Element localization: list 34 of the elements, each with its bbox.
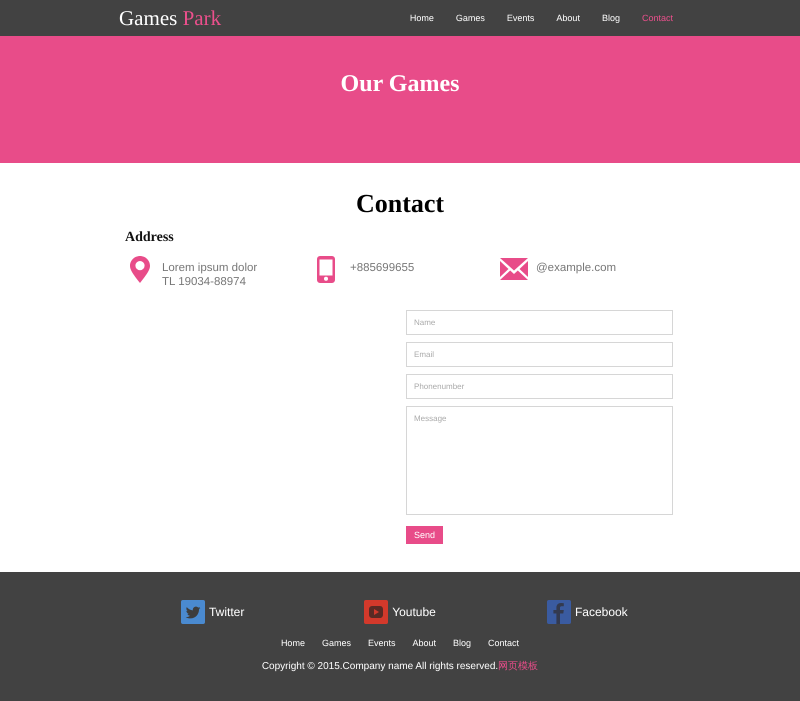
social-link[interactable]: Youtube [392, 604, 436, 620]
envelope-icon [500, 258, 528, 280]
input-field[interactable]: Name [406, 310, 673, 335]
f-logo-icon[interactable] [546, 600, 571, 624]
section-title: Contact [356, 188, 444, 220]
site-logo[interactable]: Games Park [119, 5, 222, 31]
social-link[interactable]: Facebook [574, 604, 628, 620]
contact-detail: +885699655 [350, 261, 414, 275]
social-link[interactable]: Twitter [208, 604, 244, 620]
footer-link[interactable]: Events [368, 636, 396, 650]
footer-link[interactable]: Games [322, 636, 351, 650]
footer-link[interactable]: About [412, 636, 436, 650]
contact-detail: Lorem ipsum dolor [162, 261, 258, 275]
input-field[interactable]: Phonenumber [406, 374, 673, 399]
nav-link[interactable]: Blog [602, 8, 620, 28]
footer-link[interactable]: Home [280, 636, 305, 650]
nav-link[interactable]: About [556, 8, 580, 28]
nav-link[interactable]: Home [410, 8, 434, 28]
footer-link[interactable]: Contact [488, 636, 520, 650]
contact-detail: TL 19034-88974 [162, 275, 246, 289]
location-pin-icon [130, 256, 150, 283]
hero-title: Our Games [340, 70, 460, 99]
contact-detail: @example.com [536, 261, 616, 275]
send-button[interactable]: Send [406, 526, 444, 544]
bird-icon[interactable] [180, 600, 205, 624]
copyright-text: Copyright © 2015.Company name All rights reserved.网页模板 [262, 660, 538, 674]
phone-icon [317, 256, 335, 283]
nav-link[interactable]: Events [506, 8, 534, 28]
input-field[interactable]: Email [406, 342, 673, 367]
nav-link[interactable]: Games [456, 8, 485, 28]
message-field[interactable]: Message [406, 406, 673, 515]
play-icon[interactable] [364, 600, 388, 624]
footer-link[interactable]: Blog [453, 636, 472, 650]
address-heading: Address [125, 229, 174, 247]
